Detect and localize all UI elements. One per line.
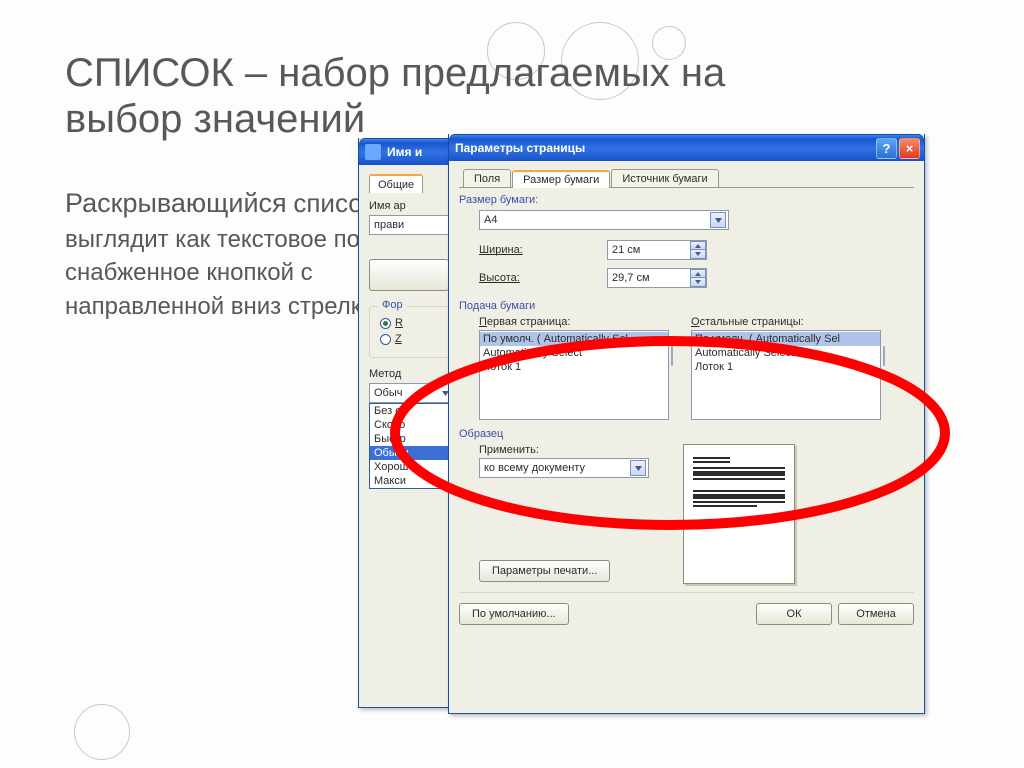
list-item[interactable]: Лоток 1 [480,360,668,374]
paper-size-label: Размер бумаги: [459,194,538,206]
method-value: Обыч [374,387,403,399]
close-button[interactable]: × [899,138,920,159]
decor-circle [74,704,130,760]
slide-title: СПИСОК – набор предлагаемых на выбор зна… [65,50,785,142]
slide: СПИСОК – набор предлагаемых на выбор зна… [0,0,1024,768]
method-dropdown[interactable]: Обыч [369,383,454,403]
radio-r-label: R [395,317,403,329]
spinner-buttons[interactable] [690,241,706,259]
scrollbar[interactable] [881,330,887,420]
list-item[interactable]: По умолч. ( Automatically Sel [480,332,668,346]
tab-fields[interactable]: Поля [463,169,511,187]
chevron-down-icon [690,250,706,259]
method-option[interactable]: Макси [370,474,453,488]
tab-row: Поля Размер бумаги Источник бумаги [459,169,914,188]
radio-z-row[interactable]: Z [380,333,452,345]
method-dropdown-open[interactable]: Без с Скоро Быстр Обычн Хорош Макси [369,403,454,489]
print-params-button[interactable]: Параметры печати... [479,560,610,582]
sample-label: Образец [459,428,503,440]
radio-r-row[interactable]: R [380,317,452,329]
method-option[interactable]: Скоро [370,418,453,432]
height-spinner[interactable]: 29,7 см [607,268,707,288]
page-preview [683,444,795,584]
unknown-button[interactable] [369,259,449,291]
list-item[interactable]: По умолч. ( Automatically Sel [692,332,880,346]
spinner-buttons[interactable] [690,269,706,287]
method-option[interactable]: Без с [370,404,453,418]
chevron-down-icon [630,460,646,476]
apply-dropdown[interactable]: ко всему документу [479,458,649,478]
method-option[interactable]: Обычн [370,446,453,460]
paper-size-dropdown[interactable]: A4 [479,210,729,230]
window-title: Параметры страницы [455,141,874,155]
first-page-listbox[interactable]: По умолч. ( Automatically Sel Automatica… [479,330,669,420]
width-label: Ширина: [479,244,607,256]
paper-size-value: A4 [484,214,497,226]
tab-general[interactable]: Общие [369,174,423,193]
radio-r[interactable] [380,318,391,329]
tab-paper-source[interactable]: Источник бумаги [611,169,718,187]
apply-label: Применить: [479,444,649,456]
other-pages-label: Остальные страницы: [691,316,887,328]
body-lead1: Раскрывающийся [65,188,287,218]
list-item[interactable]: Лоток 1 [692,360,880,374]
radio-z-label: Z [395,333,402,345]
dialog-page-setup: Параметры страницы ? × Поля Размер бумаг… [448,134,925,714]
height-label: Высота: [479,272,607,284]
list-item[interactable]: Automatically Select [692,346,880,360]
width-spinner[interactable]: 21 см [607,240,707,260]
dialog-buttons: По умолчанию... ОК Отмена [459,592,914,625]
chevron-down-icon [710,212,726,228]
other-pages-listbox[interactable]: По умолч. ( Automatically Sel Automatica… [691,330,881,420]
method-option[interactable]: Быстр [370,432,453,446]
archive-value: прави [374,219,404,231]
apply-value: ко всему документу [484,462,585,474]
scrollbar[interactable] [669,330,675,420]
radio-z[interactable] [380,334,391,345]
default-button[interactable]: По умолчанию... [459,603,569,625]
paper-feed-label: Подача бумаги [459,300,535,312]
format-group-label: Фор [378,299,407,311]
titlebar[interactable]: Параметры страницы ? × [449,134,924,161]
help-button[interactable]: ? [876,138,897,159]
height-value: 29,7 см [612,272,650,284]
chevron-up-icon [690,241,706,250]
chevron-down-icon [690,278,706,287]
list-item[interactable]: Automatically Select [480,346,668,360]
tab-paper-size[interactable]: Размер бумаги [512,170,610,188]
chevron-up-icon [690,269,706,278]
ok-button[interactable]: ОК [756,603,832,625]
width-value: 21 см [612,244,640,256]
cancel-button[interactable]: Отмена [838,603,914,625]
first-page-label: Первая страница: [479,316,675,328]
app-icon [365,144,381,160]
method-option[interactable]: Хорош [370,460,453,474]
archive-input[interactable]: прави [369,215,454,235]
